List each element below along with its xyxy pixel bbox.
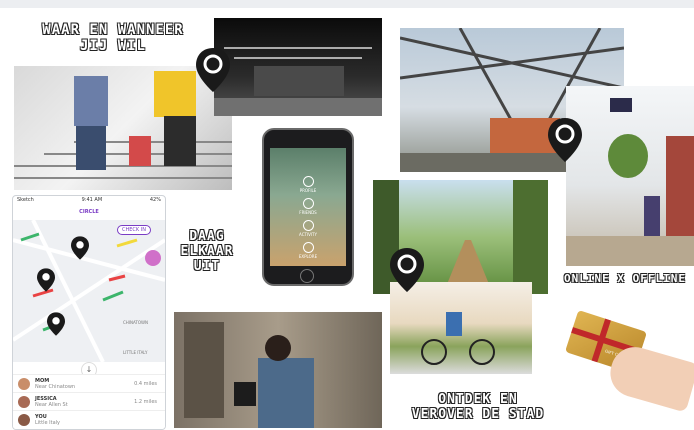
- menu-item-activity[interactable]: ACTIVITY: [270, 220, 346, 237]
- home-button[interactable]: [300, 269, 314, 283]
- caption-where-when: WAAR EN WANNEER JIJ WIL: [42, 22, 184, 55]
- hand: [604, 341, 694, 413]
- menu-item-friends[interactable]: FRIENDS: [270, 198, 346, 215]
- map-area[interactable]: CHECK IN LITTLE ITALY CHINATOWN: [13, 219, 165, 363]
- label-little-italy: LITTLE ITALY: [123, 350, 148, 355]
- map-pin-icon[interactable]: [37, 268, 55, 292]
- map-pin-icon[interactable]: [71, 236, 89, 260]
- menu-item-profile[interactable]: PROFILE: [270, 176, 346, 193]
- avatar: [18, 378, 30, 390]
- avatar: [18, 414, 30, 426]
- caption-challenge: DAAG ELKAAR UIT: [180, 229, 234, 274]
- map-app-screenshot: Sketch 9:41 AM 42% CIRCLE CHECK IN LITTLE …: [12, 195, 166, 430]
- phone-screen: PROFILE FRIENDS ACTIVITY EXPLORE: [270, 148, 346, 266]
- location-pin-icon: [196, 48, 230, 92]
- map-pin-icon[interactable]: [47, 312, 65, 336]
- top-strip: [0, 0, 694, 8]
- caption-online-offline: ONLINE X OFFLINE: [564, 272, 686, 285]
- list-item[interactable]: YOU Little Italy: [13, 410, 165, 429]
- cyclist-photo: [390, 282, 532, 374]
- list-item[interactable]: JESSICA Near Allen St 1.2 miles: [13, 392, 165, 411]
- parkour-photo: [566, 86, 694, 266]
- location-pin-icon: [548, 118, 582, 162]
- avatar: [18, 396, 30, 408]
- tab-circle[interactable]: CIRCLE: [79, 209, 99, 215]
- checkin-button[interactable]: CHECK IN: [117, 225, 151, 235]
- list-item[interactable]: MOM Near Chinatown 0.4 miles: [13, 374, 165, 393]
- menu-item-explore[interactable]: EXPLORE: [270, 242, 346, 259]
- station-bw-photo: [214, 18, 382, 116]
- label-chinatown: CHINATOWN: [123, 320, 148, 325]
- photographer-photo: [174, 312, 382, 428]
- caption-discover: ONTDEK EN VEROVER DE STAD: [411, 392, 545, 422]
- location-pin-icon: [390, 248, 424, 292]
- map-tabs: CIRCLE: [13, 206, 165, 218]
- app-phone-mockup: PROFILE FRIENDS ACTIVITY EXPLORE: [262, 128, 354, 286]
- status-bar: Sketch 9:41 AM 42%: [17, 197, 161, 203]
